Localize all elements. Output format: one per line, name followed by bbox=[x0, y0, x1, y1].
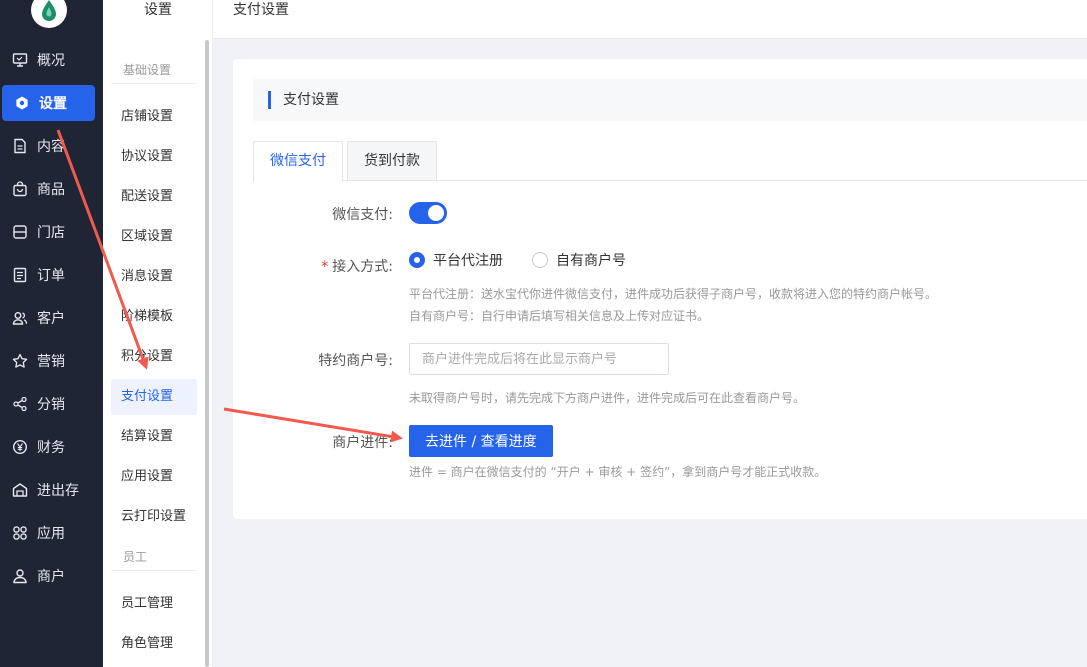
merchant-no-input[interactable] bbox=[409, 343, 669, 375]
order-icon bbox=[12, 267, 28, 283]
merchant-no-help: 未取得商户号时，请先完成下方商户进件，进件完成后可在此查看商户号。 bbox=[409, 391, 806, 405]
radio-dot bbox=[532, 252, 548, 268]
nav-item-products[interactable]: 商品 bbox=[0, 171, 103, 207]
nav-item-merchant[interactable]: 商户 bbox=[0, 558, 103, 594]
section-title: 支付设置 bbox=[283, 92, 339, 108]
radio-dot bbox=[409, 252, 425, 268]
apps-icon bbox=[12, 525, 28, 541]
nav-item-orders[interactable]: 订单 bbox=[0, 257, 103, 293]
gear-icon bbox=[14, 95, 30, 111]
nav-label: 门店 bbox=[37, 225, 65, 241]
submenu-group-staff: 员工 bbox=[123, 550, 148, 564]
submenu-title: 设置 bbox=[144, 2, 172, 18]
radio-platform-register[interactable]: 平台代注册 bbox=[409, 250, 503, 270]
nav-item-apps[interactable]: 应用 bbox=[0, 515, 103, 551]
nav-label: 进出存 bbox=[37, 483, 79, 499]
submenu-item-app-settings[interactable]: 应用设置 bbox=[111, 459, 197, 495]
users-icon bbox=[12, 310, 28, 326]
submenu-item-region[interactable]: 区域设置 bbox=[111, 219, 197, 255]
nav-item-stores[interactable]: 门店 bbox=[0, 214, 103, 250]
nav-label: 客户 bbox=[37, 311, 65, 327]
help-own-merchant: 自有商户号：自行申请后填写相关信息及上传对应证书。 bbox=[409, 309, 710, 323]
submenu-item-delivery[interactable]: 配送设置 bbox=[111, 179, 197, 215]
section-header: 支付设置 bbox=[253, 79, 1087, 121]
submenu-item-cloud-print[interactable]: 云打印设置 bbox=[111, 499, 197, 535]
store-icon bbox=[12, 224, 28, 240]
submenu-item-settlement[interactable]: 结算设置 bbox=[111, 419, 197, 455]
merchant-no-label: 特约商户号: bbox=[318, 353, 393, 369]
submenu-item-store[interactable]: 店铺设置 bbox=[111, 99, 197, 135]
submenu-divider bbox=[111, 570, 197, 571]
submenu-item-message[interactable]: 消息设置 bbox=[111, 259, 197, 295]
tab-wechat-pay[interactable]: 微信支付 bbox=[253, 141, 343, 182]
nav-item-marketing[interactable]: 营销 bbox=[0, 343, 103, 379]
nav-label: 订单 bbox=[37, 268, 65, 284]
help-platform-register: 平台代注册：送水宝代你进件微信支付，进件成功后获得子商户号，收款将进入您的特约商… bbox=[409, 287, 938, 301]
nav-item-finance[interactable]: 财务 bbox=[0, 429, 103, 465]
wechat-pay-label: 微信支付: bbox=[332, 207, 393, 223]
toggle-knob bbox=[428, 205, 444, 221]
main-sidebar: 概况 设置 内容 商品 门店 订单 客户 营销 分销 财务 进出存 应用 商户 bbox=[0, 0, 103, 667]
page-title: 支付设置 bbox=[233, 2, 289, 18]
settings-submenu: 设置 基础设置 店铺设置 协议设置 配送设置 区域设置 消息设置 阶梯模板 积分… bbox=[103, 0, 213, 667]
submenu-divider bbox=[111, 83, 197, 84]
submenu-group-basic: 基础设置 bbox=[123, 63, 172, 77]
radio-label: 自有商户号 bbox=[556, 253, 626, 269]
wechat-pay-toggle[interactable] bbox=[409, 202, 447, 224]
onboarding-button[interactable]: 去进件 / 查看进度 bbox=[409, 425, 553, 457]
submenu-item-agreement[interactable]: 协议设置 bbox=[111, 139, 197, 175]
section-accent-bar bbox=[268, 91, 271, 109]
nav-item-distribution[interactable]: 分销 bbox=[0, 386, 103, 422]
radio-own-merchant[interactable]: 自有商户号 bbox=[532, 250, 626, 270]
submenu-scrollbar[interactable] bbox=[205, 40, 209, 667]
tab-cash-on-delivery[interactable]: 货到付款 bbox=[347, 141, 437, 181]
onboarding-help: 进件 = 商户在微信支付的 “开户 + 审核 + 签约”，拿到商户号才能正式收款… bbox=[409, 465, 827, 479]
onboarding-label: 商户进件: bbox=[332, 435, 393, 451]
nav-label: 营销 bbox=[37, 354, 65, 370]
nav-label: 商户 bbox=[37, 569, 65, 585]
payment-tabs: 微信支付 货到付款 bbox=[253, 141, 1087, 182]
page-header: 支付设置 bbox=[213, 0, 1087, 39]
star-icon bbox=[12, 353, 28, 369]
monitor-icon bbox=[12, 52, 28, 68]
nav-item-overview[interactable]: 概况 bbox=[0, 42, 103, 78]
drop-logo-icon bbox=[42, 0, 56, 21]
nav-label: 财务 bbox=[37, 440, 65, 456]
bag-icon bbox=[12, 181, 28, 197]
nav-item-content[interactable]: 内容 bbox=[0, 128, 103, 164]
nav-label: 应用 bbox=[37, 526, 65, 542]
submenu-item-points[interactable]: 积分设置 bbox=[111, 339, 197, 375]
submenu-item-staff-management[interactable]: 员工管理 bbox=[111, 586, 197, 622]
logo bbox=[31, 0, 67, 28]
access-mode-text: 接入方式: bbox=[332, 259, 393, 275]
nav-item-customers[interactable]: 客户 bbox=[0, 300, 103, 336]
nav-label: 商品 bbox=[37, 182, 65, 198]
nav-label: 内容 bbox=[37, 139, 65, 155]
nav-item-inventory[interactable]: 进出存 bbox=[0, 472, 103, 508]
submenu-item-payment[interactable]: 支付设置 bbox=[111, 379, 197, 415]
required-mark: * bbox=[321, 259, 329, 275]
submenu-item-tier-template[interactable]: 阶梯模板 bbox=[111, 299, 197, 335]
payment-settings-card: 支付设置 微信支付 货到付款 微信支付: * 接入方式: 平台代注册 自有商户号 … bbox=[233, 59, 1087, 519]
warehouse-icon bbox=[12, 482, 28, 498]
radio-label: 平台代注册 bbox=[433, 253, 503, 269]
document-icon bbox=[12, 138, 28, 154]
nav-label: 概况 bbox=[37, 53, 65, 69]
nav-label: 设置 bbox=[39, 96, 67, 112]
merchant-icon bbox=[12, 568, 28, 584]
submenu-item-role-management[interactable]: 角色管理 bbox=[111, 626, 197, 662]
nav-label: 分销 bbox=[37, 397, 65, 413]
share-icon bbox=[12, 396, 28, 412]
yuan-icon bbox=[12, 439, 28, 455]
access-mode-label: * 接入方式: bbox=[233, 256, 393, 276]
nav-item-settings[interactable]: 设置 bbox=[2, 85, 95, 121]
